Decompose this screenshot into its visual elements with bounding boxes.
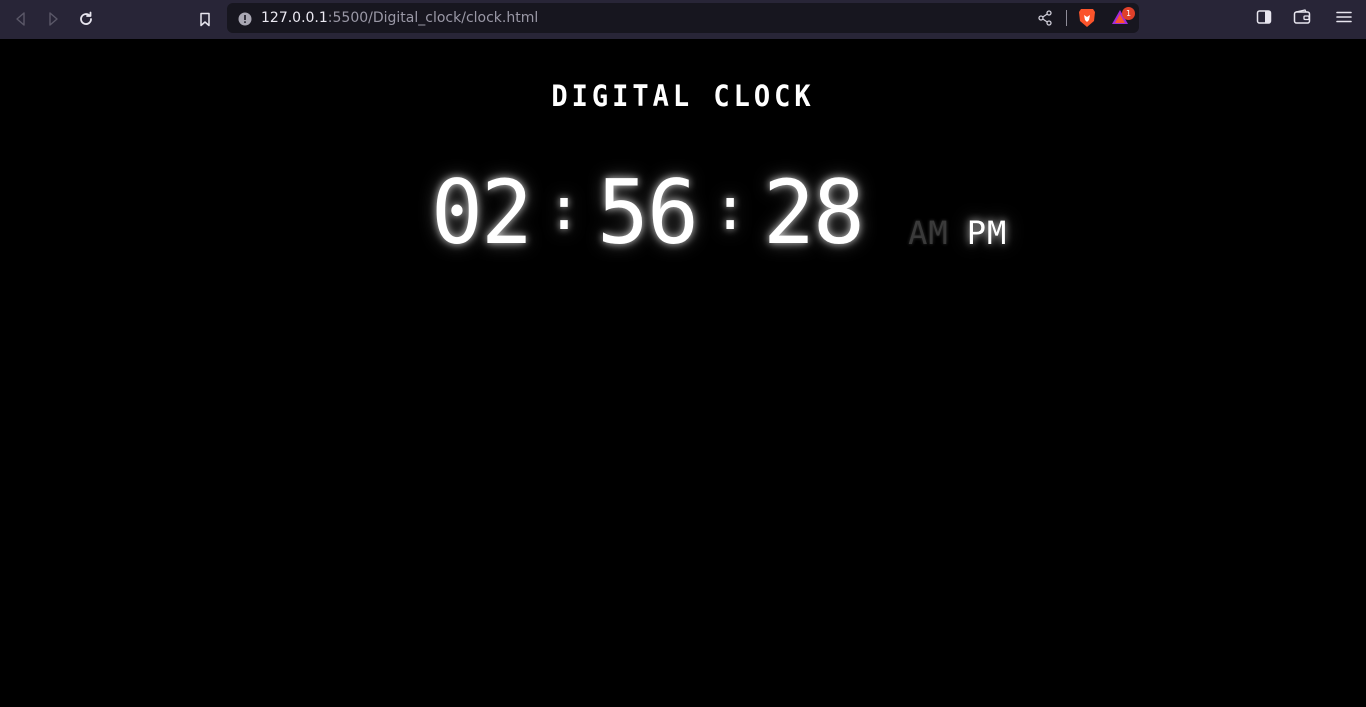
bookmark-icon [200,12,210,26]
forward-button[interactable] [42,9,64,29]
page-title: DIGITAL CLOCK [551,79,815,114]
clock-seconds: 28 [763,161,865,264]
reload-icon [80,11,92,25]
share-icon[interactable] [1038,10,1052,30]
back-button[interactable] [10,9,32,29]
bookmark-button[interactable] [194,9,216,29]
page-content: DIGITAL CLOCK 02 : 56 : 28 AM PM [0,39,1366,707]
rewards-badge: 1 [1122,7,1135,20]
url-host: 127.0.0.1 [261,10,328,26]
brave-shields-icon[interactable] [1078,8,1096,32]
am-label: AM [908,214,949,252]
address-bar[interactable]: 127.0.0.1:5500/Digital_clock/clock.html … [227,3,1139,33]
clock-separator: : [712,174,749,244]
back-arrow-icon [16,12,25,26]
pm-label: PM [966,214,1008,252]
url-path: :5500/Digital_clock/clock.html [327,10,539,26]
clock-hours: 02 [431,161,533,264]
wallet-icon[interactable] [1293,9,1311,29]
digital-clock: 02 : 56 : 28 AM PM [430,157,1007,257]
sidebar-icon[interactable] [1256,9,1272,29]
url-text[interactable]: 127.0.0.1:5500/Digital_clock/clock.html [261,3,538,33]
hamburger-menu-icon[interactable] [1336,9,1352,29]
forward-arrow-icon [49,12,58,26]
browser-toolbar: 127.0.0.1:5500/Digital_clock/clock.html … [0,0,1366,39]
url-divider [1066,10,1067,26]
info-icon[interactable] [238,11,252,30]
am-pm-indicator: AM PM [908,213,1007,253]
reload-button[interactable] [75,9,97,29]
clock-separator: : [545,174,583,244]
clock-minutes: 56 [597,161,699,264]
